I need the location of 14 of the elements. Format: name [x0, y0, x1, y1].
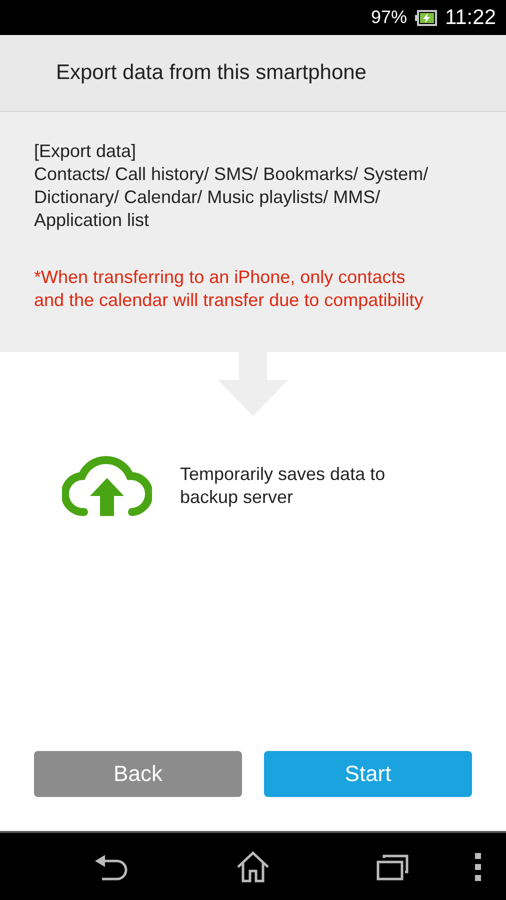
back-button[interactable]: Back: [34, 751, 242, 797]
home-icon[interactable]: [236, 850, 270, 882]
battery-charging-icon: [415, 10, 437, 26]
backup-description: Temporarily saves data to backup server: [180, 463, 386, 509]
back-icon[interactable]: [95, 852, 129, 880]
export-data-list: Contacts/ Call history/ SMS/ Bookmarks/ System/ Dictionary/ Calendar/ Music playlists/ MMS/ Application list: [34, 163, 436, 232]
page-title: Export data from this smartphone: [56, 61, 366, 85]
start-button[interactable]: Start: [264, 751, 472, 797]
export-data-heading: [Export data]: [34, 140, 138, 163]
clock-time: 11:22: [445, 6, 496, 30]
compatibility-note: *When transferring to an iPhone, only contacts and the calendar will transfer due to compatibility: [34, 266, 424, 312]
cloud-upload-icon: [62, 456, 152, 516]
battery-percentage: 97%: [370, 7, 407, 28]
menu-icon[interactable]: [474, 852, 482, 880]
